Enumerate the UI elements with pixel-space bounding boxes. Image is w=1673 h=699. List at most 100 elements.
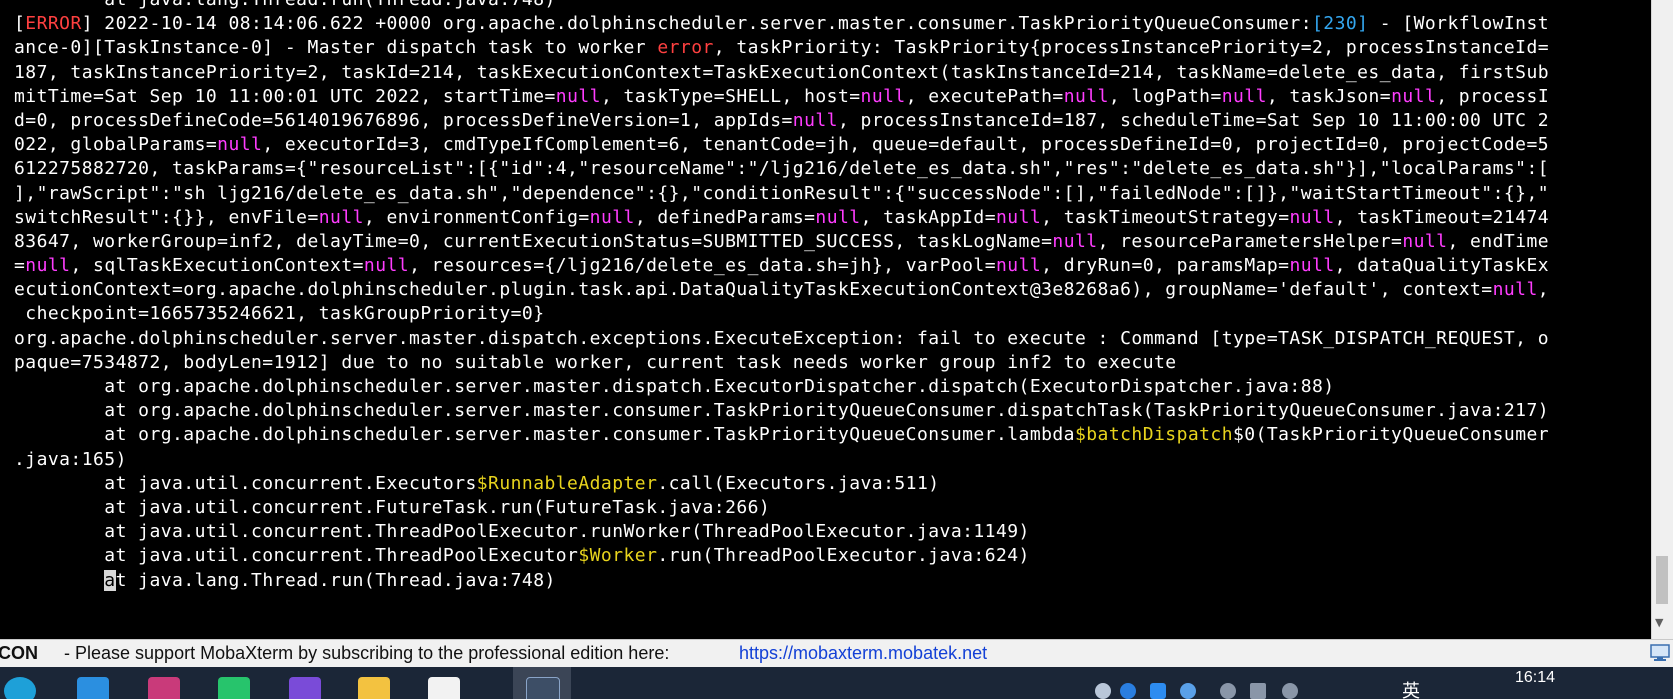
vertical-scrollbar[interactable]: ▼ bbox=[1651, 0, 1673, 639]
terminal-segment: at java.util.concurrent.Executors bbox=[14, 472, 477, 494]
network-monitor-icon[interactable] bbox=[1650, 644, 1670, 662]
terminal-segment: , executorId=3, cmdTypeIfComplement=6, t… bbox=[262, 134, 1550, 156]
terminal-segment: , taskJson= bbox=[1266, 85, 1392, 107]
terminal-segment: ance-0][TaskInstance-0] - Master dispatc… bbox=[14, 37, 658, 59]
tray-chevron-icon[interactable] bbox=[1095, 683, 1111, 699]
volume-icon[interactable] bbox=[1282, 683, 1298, 699]
terminal-segment: 022, globalParams= bbox=[14, 134, 218, 156]
terminal-segment: ERROR bbox=[25, 13, 82, 35]
terminal-line: at org.apache.dolphinscheduler.server.ma… bbox=[14, 375, 1652, 399]
terminal-line: checkpoint=1665735246621, taskGroupPrior… bbox=[14, 302, 1652, 326]
terminal-segment: , resources={/ljg216/delete_es_data.sh=j… bbox=[409, 255, 996, 277]
terminal-segment: null bbox=[1052, 230, 1098, 252]
terminal-line: mitTime=Sat Sep 10 11:00:01 UTC 2022, st… bbox=[14, 85, 1652, 109]
terminal-segment: null bbox=[318, 206, 364, 228]
terminal-segment: ] 2022-10-14 08:14:06.622 +0000 org.apac… bbox=[81, 13, 1313, 35]
terminal-line: ecutionContext=org.apache.dolphinschedul… bbox=[14, 278, 1652, 302]
terminal-segment: null bbox=[1391, 85, 1437, 107]
windows-taskbar: 英 16:14 bbox=[0, 667, 1673, 699]
terminal-segment: null bbox=[860, 85, 906, 107]
terminal-segment: at java.util.concurrent.FutureTask.run(F… bbox=[14, 496, 771, 518]
terminal-segment: ecutionContext=org.apache.dolphinschedul… bbox=[14, 279, 1493, 301]
terminal-segment: , definedParams= bbox=[634, 206, 816, 228]
terminal-segment: $0(TaskPriorityQueueConsumer bbox=[1233, 424, 1550, 446]
terminal-segment: 83647, workerGroup=inf2, delayTime=0, cu… bbox=[14, 230, 1053, 252]
tray-cloud-icon[interactable] bbox=[1180, 683, 1196, 699]
terminal-segment: [230] bbox=[1312, 13, 1369, 35]
support-message: - Please support MobaXterm by subscribin… bbox=[64, 643, 670, 663]
terminal-segment: t java.lang.Thread.run(Thread.java:748) bbox=[115, 569, 556, 591]
terminal-segment: null bbox=[1402, 230, 1448, 252]
terminal-segment: , sqlTaskExecutionContext= bbox=[70, 255, 364, 277]
scroll-down-arrow-icon[interactable]: ▼ bbox=[1655, 616, 1663, 629]
terminal-segment: $batchDispatch bbox=[1074, 424, 1234, 446]
goland-icon[interactable] bbox=[289, 677, 321, 699]
terminal-segment: = bbox=[14, 255, 26, 277]
tray-app-icon[interactable] bbox=[1120, 683, 1136, 699]
terminal-segment: , logPath= bbox=[1108, 85, 1222, 107]
battery-icon[interactable] bbox=[1250, 683, 1266, 699]
terminal-segment: paque=7534872, bodyLen=1912] due to no s… bbox=[14, 351, 1177, 373]
terminal-segment: null bbox=[1492, 279, 1538, 301]
terminal-segment: null bbox=[996, 255, 1042, 277]
terminal-segment: ],"rawScript":"sh ljg216/delete_es_data.… bbox=[14, 182, 1550, 204]
terminal-segment: , environmentConfig= bbox=[363, 206, 590, 228]
taskbar-clock[interactable]: 16:14 bbox=[1515, 669, 1555, 687]
terminal-line: at java.util.concurrent.ThreadPoolExecut… bbox=[14, 544, 1652, 568]
tray-notes-icon[interactable] bbox=[1150, 683, 1166, 699]
terminal-segment: at org.apache.dolphinscheduler.server.ma… bbox=[14, 376, 1335, 397]
file-explorer-icon[interactable] bbox=[358, 677, 390, 699]
terminal-segment: null bbox=[589, 206, 635, 228]
terminal-segment: at java.lang.Thread.run(Thread.java:748) bbox=[14, 0, 556, 10]
terminal-segment: at java.util.concurrent.ThreadPoolExecut… bbox=[14, 521, 1030, 543]
mobaxterm-link[interactable]: https://mobaxterm.mobatek.net bbox=[739, 640, 987, 667]
terminal-line: org.apache.dolphinscheduler.server.maste… bbox=[14, 327, 1652, 351]
status-prefix: CON bbox=[0, 643, 38, 663]
terminal-line: at java.lang.Thread.run(Thread.java:748) bbox=[14, 569, 1652, 593]
terminal-segment: null bbox=[363, 255, 410, 277]
terminal-line: switchResult":{}}, envFile=null, environ… bbox=[14, 206, 1652, 230]
terminal-line: 022, globalParams=null, executorId=3, cm… bbox=[14, 133, 1652, 157]
terminal-output[interactable]: at java.lang.Thread.run(Thread.java:748)… bbox=[0, 0, 1673, 639]
terminal-segment: $RunnableAdapter bbox=[476, 472, 658, 494]
terminal-segment: - [WorkflowInst bbox=[1368, 13, 1550, 35]
terminal-segment bbox=[14, 570, 104, 591]
input-method-indicator[interactable]: 英 bbox=[1402, 677, 1420, 699]
terminal-segment: , taskTimeoutStrategy= bbox=[1041, 206, 1290, 228]
terminal-line: [ERROR] 2022-10-14 08:14:06.622 +0000 or… bbox=[14, 12, 1652, 36]
terminal-segment: mitTime=Sat Sep 10 11:00:01 UTC 2022, st… bbox=[14, 85, 556, 107]
terminal-segment: , taskType=SHELL, host= bbox=[600, 85, 861, 107]
edge-icon[interactable] bbox=[4, 677, 36, 699]
terminal-segment: error bbox=[657, 37, 714, 59]
terminal-segment: at org.apache.dolphinscheduler.server.ma… bbox=[14, 400, 1550, 422]
terminal-line: .java:165) bbox=[14, 448, 1652, 472]
terminal-line: 612275882720, taskParams={"resourceList"… bbox=[14, 157, 1652, 181]
terminal-segment: org.apache.dolphinscheduler.server.maste… bbox=[14, 327, 1550, 349]
terminal-segment: , dryRun=0, paramsMap= bbox=[1041, 255, 1290, 277]
terminal-cursor: a bbox=[104, 569, 116, 591]
wifi-icon[interactable] bbox=[1220, 683, 1236, 699]
terminal-line: at java.lang.Thread.run(Thread.java:748) bbox=[14, 0, 1652, 12]
pycharm-icon[interactable] bbox=[218, 677, 250, 699]
notion-icon[interactable] bbox=[428, 677, 460, 699]
terminal-segment: , taskPriority: TaskPriority{processInst… bbox=[713, 37, 1550, 59]
scrollbar-thumb[interactable] bbox=[1656, 556, 1668, 604]
terminal-segment: , executePath= bbox=[905, 85, 1064, 107]
terminal-line: ance-0][TaskInstance-0] - Master dispatc… bbox=[14, 36, 1652, 60]
terminal-segment: null bbox=[792, 109, 838, 131]
terminal-segment: null bbox=[1289, 255, 1335, 277]
intellij-icon[interactable] bbox=[148, 677, 180, 699]
vscode-icon[interactable] bbox=[77, 677, 109, 699]
terminal-segment: , endTime bbox=[1447, 230, 1550, 252]
terminal-segment: null bbox=[555, 85, 601, 107]
terminal-segment: at java.util.concurrent.ThreadPoolExecut… bbox=[14, 545, 579, 567]
mobaxterm-icon[interactable] bbox=[526, 677, 560, 699]
terminal-segment: null bbox=[25, 255, 71, 277]
terminal-segment: , bbox=[1537, 279, 1550, 301]
terminal-line: 187, taskInstancePriority=2, taskId=214,… bbox=[14, 61, 1652, 85]
terminal-segment: , resourceParametersHelper= bbox=[1097, 230, 1403, 252]
terminal-segment: , taskAppId= bbox=[860, 206, 997, 228]
terminal-line: ],"rawScript":"sh ljg216/delete_es_data.… bbox=[14, 182, 1652, 206]
terminal-line: =null, sqlTaskExecutionContext=null, res… bbox=[14, 254, 1652, 278]
terminal-segment: , processInstanceId=187, scheduleTime=Sa… bbox=[837, 109, 1550, 131]
